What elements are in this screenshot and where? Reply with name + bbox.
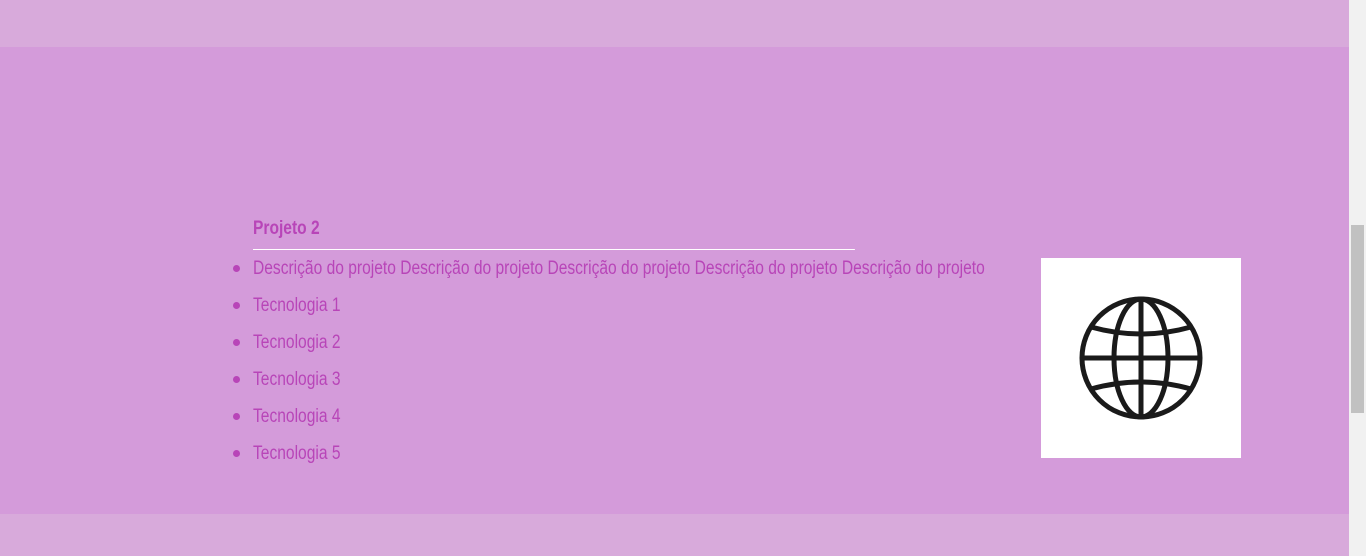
- scrollbar-thumb[interactable]: [1351, 225, 1364, 413]
- project-card: Projeto 2 Descrição do projeto Descrição…: [233, 213, 987, 472]
- technology-item: Tecnologia 1: [233, 287, 987, 324]
- bullet-icon: [233, 302, 240, 309]
- bullet-icon: [233, 450, 240, 457]
- technology-item: Tecnologia 5: [233, 435, 987, 472]
- project-details-list: Descrição do projeto Descrição do projet…: [233, 250, 987, 472]
- project-image[interactable]: [1041, 258, 1241, 458]
- bullet-icon: [233, 413, 240, 420]
- technology-item: Tecnologia 4: [233, 398, 987, 435]
- project-title: Projeto 2: [253, 213, 855, 250]
- globe-icon: [1079, 296, 1203, 420]
- bottom-section-band: [0, 514, 1349, 556]
- project-description: Descrição do projeto Descrição do projet…: [233, 250, 987, 287]
- bullet-icon: [233, 339, 240, 346]
- vertical-scrollbar[interactable]: [1349, 0, 1366, 556]
- top-section-band: [0, 0, 1349, 47]
- technology-item: Tecnologia 2: [233, 324, 987, 361]
- bullet-icon: [233, 376, 240, 383]
- technology-item: Tecnologia 3: [233, 361, 987, 398]
- bullet-icon: [233, 265, 240, 272]
